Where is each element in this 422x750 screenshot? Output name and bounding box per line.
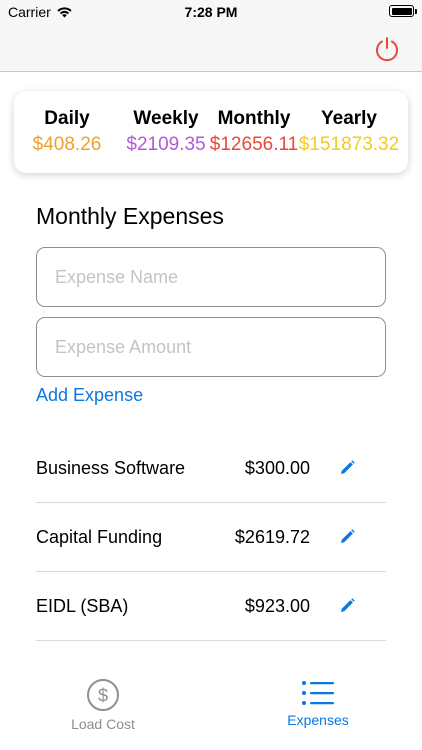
- expense-name-input[interactable]: [37, 248, 385, 306]
- pencil-icon[interactable]: [338, 459, 356, 477]
- svg-text:$: $: [98, 686, 108, 706]
- app-screen: Carrier 7:28 PM Daily $408.26 Weekly $21…: [0, 0, 422, 750]
- status-time: 7:28 PM: [184, 4, 238, 20]
- expense-list: Business Software $300.00 Capital Fundin…: [36, 434, 386, 641]
- yearly-summary: Yearly $151873.32: [298, 108, 400, 156]
- expense-row: Business Software $300.00: [36, 434, 386, 503]
- expense-amount: $923.00: [244, 596, 310, 616]
- expense-name: EIDL (SBA): [36, 596, 129, 616]
- pencil-icon[interactable]: [338, 597, 356, 615]
- monthly-summary: Monthly $12656.11: [198, 108, 310, 156]
- daily-summary: Daily $408.26: [22, 108, 112, 156]
- expense-amount-field[interactable]: [36, 317, 386, 377]
- section-title: Monthly Expenses: [36, 203, 224, 229]
- tab-load-cost[interactable]: $ Load Cost: [33, 678, 173, 732]
- expense-amount: $2619.72: [234, 527, 310, 547]
- tab-bar: $ Load Cost Expenses: [0, 660, 422, 750]
- tab-expenses-label: Expenses: [287, 712, 349, 728]
- monthly-value: $12656.11: [209, 134, 299, 155]
- logout-button[interactable]: [372, 34, 402, 64]
- status-bar: Carrier 7:28 PM: [0, 0, 422, 24]
- tab-load-cost-label: Load Cost: [71, 716, 135, 732]
- navigation-bar: [0, 24, 422, 72]
- expense-name-field[interactable]: [36, 247, 386, 307]
- pencil-icon[interactable]: [338, 528, 356, 546]
- expense-amount-input[interactable]: [37, 318, 385, 376]
- daily-value: $408.26: [32, 134, 102, 155]
- yearly-label: Yearly: [321, 108, 377, 129]
- add-expense-button[interactable]: Add Expense: [36, 385, 143, 406]
- yearly-value: $151873.32: [298, 134, 400, 155]
- expense-name: Business Software: [36, 458, 186, 478]
- power-icon: [376, 37, 398, 62]
- list-icon: [302, 681, 334, 705]
- battery-icon: [389, 5, 417, 17]
- expense-row: EIDL (SBA) $923.00: [36, 572, 386, 641]
- expense-amount: $300.00: [244, 458, 310, 478]
- expense-name: Capital Funding: [36, 527, 163, 547]
- dollar-circle-icon: $: [87, 679, 119, 711]
- daily-label: Daily: [44, 108, 90, 129]
- cost-summary-card: Daily $408.26 Weekly $2109.35 Monthly $1…: [14, 91, 408, 173]
- tab-expenses[interactable]: Expenses: [248, 678, 388, 728]
- expense-row: Capital Funding $2619.72: [36, 503, 386, 572]
- monthly-label: Monthly: [217, 108, 291, 129]
